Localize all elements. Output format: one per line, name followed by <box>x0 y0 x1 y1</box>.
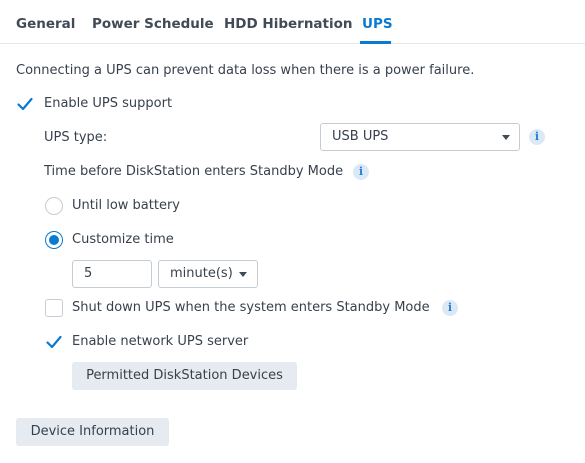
time-unit-select[interactable]: minute(s) <box>158 260 258 288</box>
ups-type-label: UPS type: <box>44 130 108 145</box>
until-low-battery-radio[interactable] <box>45 197 63 215</box>
shutdown-ups-checkbox[interactable] <box>45 299 63 317</box>
network-ups-server-label[interactable]: Enable network UPS server <box>72 334 248 349</box>
enable-ups-label[interactable]: Enable UPS support <box>44 96 172 111</box>
until-low-battery-label[interactable]: Until low battery <box>72 198 180 213</box>
active-tab-indicator <box>360 41 391 44</box>
chevron-down-icon <box>239 272 247 277</box>
standby-label: Time before DiskStation enters Standby M… <box>44 164 344 179</box>
customize-time-radio[interactable] <box>45 231 63 249</box>
ups-type-select[interactable]: USB UPS <box>320 123 520 151</box>
ups-settings-page: General Power Schedule HDD Hibernation U… <box>0 0 585 463</box>
tab-bar: General Power Schedule HDD Hibernation U… <box>0 0 585 44</box>
chevron-down-icon <box>502 135 510 140</box>
shutdown-ups-label[interactable]: Shut down UPS when the system enters Sta… <box>72 300 430 315</box>
info-icon[interactable]: i <box>529 129 545 145</box>
ups-type-value: USB UPS <box>332 129 389 144</box>
permitted-devices-button[interactable]: Permitted DiskStation Devices <box>72 362 297 390</box>
device-information-button[interactable]: Device Information <box>16 418 169 446</box>
info-icon[interactable]: i <box>353 164 369 180</box>
tab-general[interactable]: General <box>16 16 75 32</box>
network-ups-server-checkbox[interactable] <box>45 333 63 351</box>
tab-ups[interactable]: UPS <box>362 16 393 32</box>
time-value-input[interactable]: 5 <box>72 260 152 288</box>
checkmark-icon <box>17 97 33 111</box>
customize-time-label[interactable]: Customize time <box>72 232 174 247</box>
time-unit-value: minute(s) <box>170 266 233 281</box>
checkmark-icon <box>46 335 62 349</box>
enable-ups-checkbox[interactable] <box>16 95 34 113</box>
tab-power-schedule[interactable]: Power Schedule <box>92 16 214 32</box>
info-icon[interactable]: i <box>442 300 458 316</box>
ups-description: Connecting a UPS can prevent data loss w… <box>16 63 475 78</box>
tab-hdd-hibernation[interactable]: HDD Hibernation <box>224 16 353 32</box>
